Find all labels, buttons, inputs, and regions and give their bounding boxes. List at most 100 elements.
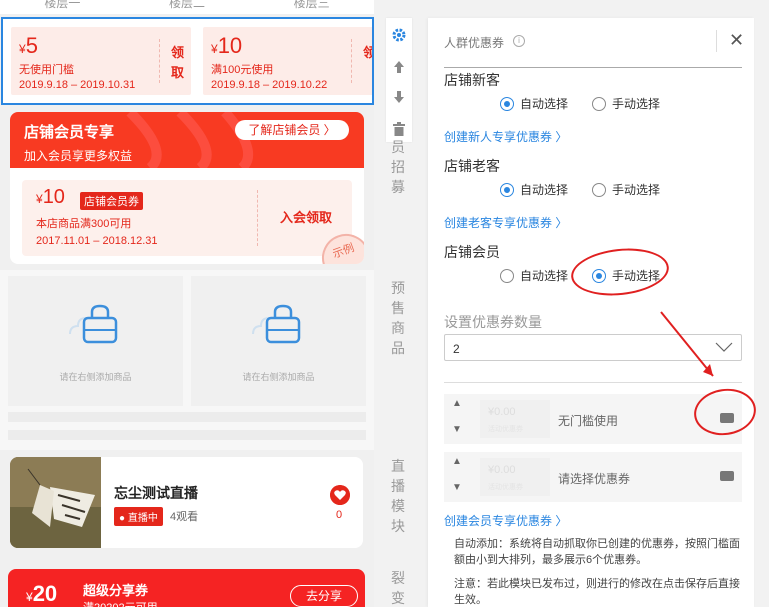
header-divider xyxy=(716,30,717,52)
radio-label: 手动选择 xyxy=(612,183,661,197)
panel-title: 人群优惠券 xyxy=(444,36,505,50)
product-placeholder[interactable]: 请在右侧添加商品 xyxy=(191,276,366,406)
create-member-coupon-link[interactable]: 创建会员专享优惠券 〉 xyxy=(444,512,567,529)
coupon-card[interactable]: ¥5 无使用门槛 2019.9.18 – 2019.10.31 领取 xyxy=(11,27,191,95)
member-coupon: ¥10 店铺会员券 本店商品满300可用 2017.11.01 – 2018.1… xyxy=(22,180,364,264)
group-title-old-customer: 店铺老客 xyxy=(444,158,500,174)
arrow-down-icon[interactable]: ▼ xyxy=(452,482,462,493)
floor-tab-1[interactable]: 楼层一 xyxy=(0,0,125,14)
member-exclusive-card: 店铺会员专享 加入会员享更多权益 了解店铺会员 〉 ¥10 店铺会员券 本店商品… xyxy=(10,112,364,264)
auto-add-note: 自动添加：系统将自动抓取你已创建的优惠券，按照门槛面额由小到大排列，最多展示6个… xyxy=(454,538,740,566)
coupon-slot-preview: ¥0.00 活动优惠券 xyxy=(480,400,550,438)
shopping-bag-icon xyxy=(252,304,301,344)
radio-group-new-customer: 自动选择 手动选择 xyxy=(500,95,684,112)
radio-auto-old[interactable] xyxy=(500,182,514,197)
coupon-date: 2019.9.18 – 2019.10.22 xyxy=(211,79,328,91)
coupon-count-label: 设置优惠券数量 xyxy=(444,314,542,330)
live-title: 忘尘测试直播 xyxy=(114,485,198,501)
share-amount: ¥20 xyxy=(26,581,58,606)
radio-label: 自动选择 xyxy=(520,183,569,197)
create-old-customer-coupon-link[interactable]: 创建老客专享优惠券 〉 xyxy=(444,214,567,231)
coupon-amount: ¥10 xyxy=(211,33,243,58)
live-stream-card[interactable]: 忘尘测试直播 ● 直播中 4观看 0 xyxy=(10,457,363,548)
coupon-slot-value: ¥0.00 xyxy=(488,464,516,476)
section-label-fission[interactable]: 裂变 xyxy=(388,568,408,607)
radio-label: 自动选择 xyxy=(520,97,569,111)
live-watch-count: 4观看 xyxy=(170,511,199,523)
butterfly-thumbnail xyxy=(10,457,101,548)
group-title-member: 店铺会员 xyxy=(444,244,500,260)
placeholder-line xyxy=(8,430,366,440)
member-coupon-amount: ¥10 xyxy=(36,186,65,208)
share-title: 超级分享券 xyxy=(83,583,149,598)
radio-manual-old[interactable] xyxy=(592,182,607,197)
annotation-arrow xyxy=(660,311,714,377)
coupon-divider xyxy=(351,39,352,83)
like-count: 0 xyxy=(336,509,343,521)
radio-auto-member[interactable] xyxy=(500,268,514,283)
member-title: 店铺会员专享 xyxy=(24,124,115,141)
radio-auto-new[interactable] xyxy=(500,96,514,111)
coupon-condition: 满100元使用 xyxy=(211,64,274,76)
coupon-slot-desc: 无门槛使用 xyxy=(558,414,619,428)
member-coupon-condition: 本店商品满300可用 xyxy=(36,218,132,230)
coupon-slot-preview: ¥0.00 活动优惠券 xyxy=(480,458,550,496)
arrow-down-icon[interactable] xyxy=(386,84,412,110)
ticket-icon[interactable] xyxy=(720,471,734,481)
share-coupon-card: ¥20 超级分享券 满20202元可用 去分享 xyxy=(8,569,365,607)
header-rule xyxy=(444,67,742,68)
crowd-coupon-module-selected[interactable]: ¥5 无使用门槛 2019.9.18 – 2019.10.31 领取 ¥10 满… xyxy=(1,17,374,105)
group-title-new-customer: 店铺新客 xyxy=(444,72,500,88)
radio-label: 自动选择 xyxy=(520,269,569,283)
member-subtitle: 加入会员享更多权益 xyxy=(24,149,133,163)
coupon-claim-button[interactable]: 领 xyxy=(363,43,372,63)
product-placeholder-text: 请在右侧添加商品 xyxy=(59,372,132,382)
coupon-slot-desc: 请选择优惠券 xyxy=(558,472,631,486)
live-status-badge: ● 直播中 xyxy=(114,507,163,526)
phone-preview: 楼层一 楼层二 楼层三 ¥5 无使用门槛 2019.9.18 – 2019.10… xyxy=(0,0,374,607)
radio-label: 手动选择 xyxy=(612,97,661,111)
coupon-card[interactable]: ¥10 满100元使用 2019.9.18 – 2019.10.22 领 xyxy=(203,27,372,95)
shopping-bag-icon xyxy=(69,304,118,344)
gear-icon[interactable] xyxy=(386,22,412,48)
coupon-slot[interactable]: ▲ ▼ ¥0.00 活动优惠券 请选择优惠券 xyxy=(444,452,742,502)
sample-stamp: 示例 xyxy=(315,227,364,264)
coupon-date: 2019.9.18 – 2019.10.31 xyxy=(19,79,136,91)
go-share-button[interactable]: 去分享 xyxy=(290,585,358,607)
placeholder-line xyxy=(8,412,366,422)
coupon-slot-value: ¥0.00 xyxy=(488,406,516,418)
floor-tab-3[interactable]: 楼层三 xyxy=(249,0,374,14)
close-icon[interactable]: ✕ xyxy=(729,31,744,49)
floor-tabs: 楼层一 楼层二 楼层三 xyxy=(0,0,374,14)
arrow-down-icon[interactable]: ▼ xyxy=(452,424,462,435)
radio-manual-new[interactable] xyxy=(592,96,607,111)
learn-member-button[interactable]: 了解店铺会员 〉 xyxy=(235,120,349,140)
coupon-slot-sub: 活动优惠券 xyxy=(488,484,523,491)
join-and-claim-button[interactable]: 入会领取 xyxy=(280,207,332,226)
section-label-live[interactable]: 直播模块 xyxy=(388,456,408,536)
arrow-up-icon[interactable]: ▲ xyxy=(452,456,462,467)
coupon-slot-sub: 活动优惠券 xyxy=(488,426,523,433)
product-placeholder[interactable]: 请在右侧添加商品 xyxy=(8,276,183,406)
section-label-member-recruit[interactable]: 员招募 xyxy=(388,137,408,197)
coupon-divider xyxy=(159,39,160,83)
module-toolbar xyxy=(386,18,412,142)
create-new-customer-coupon-link[interactable]: 创建新人专享优惠券 〉 xyxy=(444,128,567,145)
coupon-claim-button[interactable]: 领取 xyxy=(171,43,185,83)
arrow-up-icon[interactable]: ▲ xyxy=(452,398,462,409)
coupon-condition: 无使用门槛 xyxy=(19,64,74,76)
member-coupon-date: 2017.11.01 – 2018.12.31 xyxy=(36,235,158,247)
radio-group-old-customer: 自动选择 手动选择 xyxy=(500,181,684,198)
product-placeholder-text: 请在右侧添加商品 xyxy=(242,372,315,382)
share-condition: 满20202元可用 xyxy=(83,599,158,607)
arrow-up-icon[interactable] xyxy=(386,54,412,80)
member-coupon-tag: 店铺会员券 xyxy=(80,192,143,210)
section-label-presale[interactable]: 预售商品 xyxy=(388,278,408,358)
warning-note: 注意：若此模块已发布过，则进行的修改在点击保存后直接生效。 xyxy=(454,578,740,606)
heart-icon[interactable] xyxy=(330,485,350,505)
coupon-count-value: 2 xyxy=(453,342,460,356)
floor-tab-2[interactable]: 楼层二 xyxy=(125,0,250,14)
info-icon[interactable]: i xyxy=(513,35,525,47)
coupon-amount: ¥5 xyxy=(19,33,38,58)
member-coupon-divider xyxy=(257,190,258,246)
